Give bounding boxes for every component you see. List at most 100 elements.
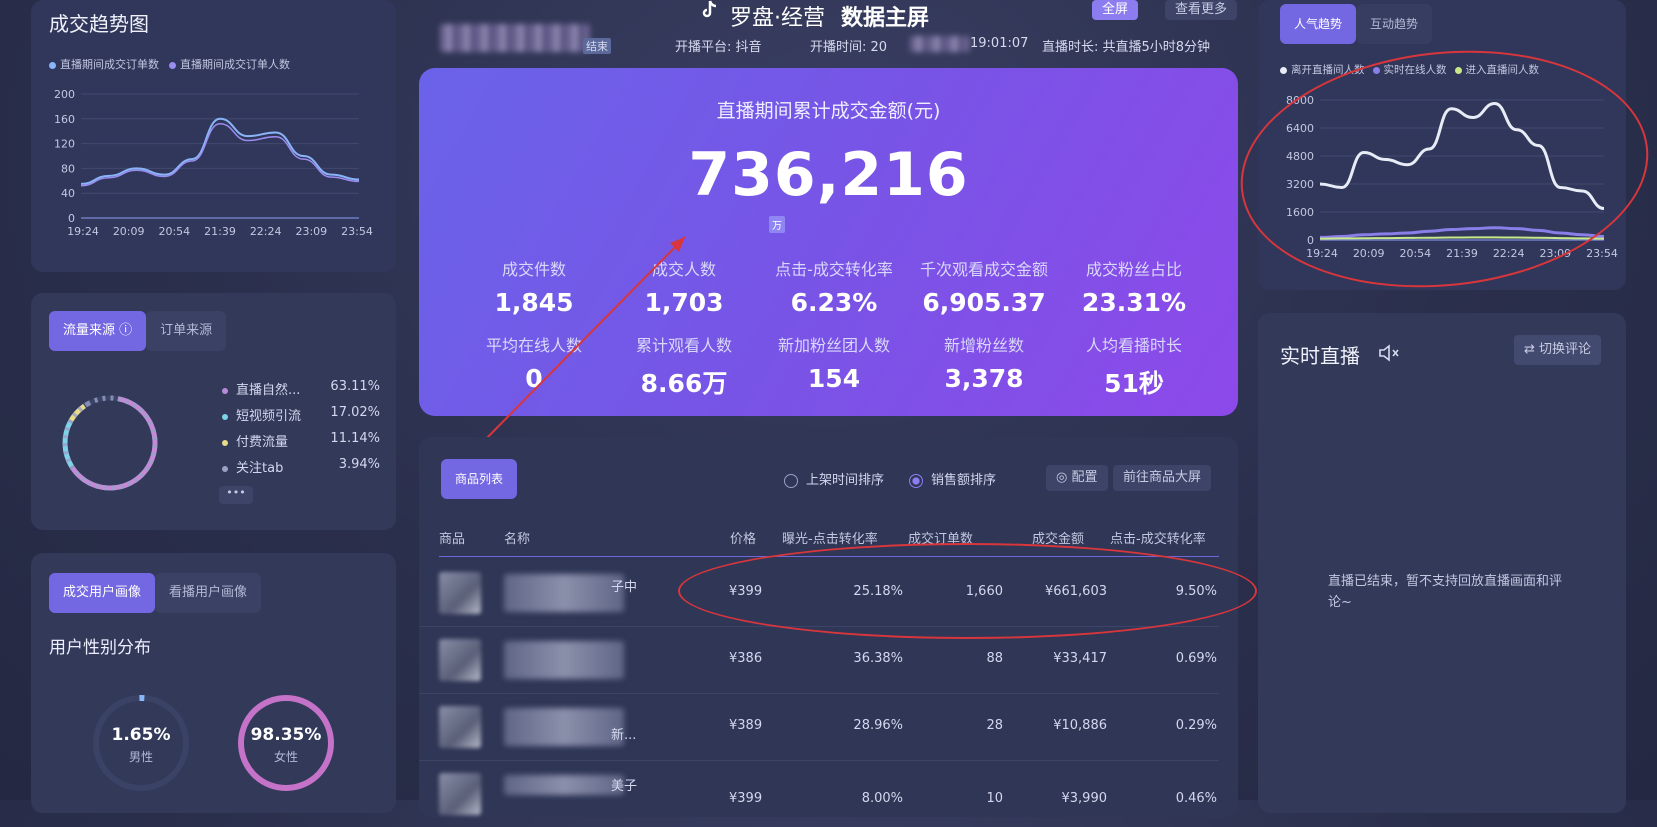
trend-title: 成交趋势图	[49, 12, 149, 36]
trend-legend: 直播期间成交订单数 直播期间成交订单人数	[49, 56, 290, 72]
y-tick-label: 120	[54, 138, 75, 151]
product-thumbnail	[439, 706, 481, 748]
y-tick-label: 160	[54, 113, 75, 126]
table-row[interactable]: 美子 ¥399 8.00% 10 ¥3,990 0.46%	[419, 761, 1219, 827]
x-tick-label: 20:54	[158, 225, 190, 238]
table-row[interactable]: ¥386 36.38% 88 ¥33,417 0.69%	[419, 627, 1219, 694]
x-tick-label: 23:09	[295, 225, 327, 238]
legend-item-leaving: 离开直播间人数	[1280, 62, 1365, 77]
more-sources-button[interactable]: •••	[219, 486, 253, 504]
switch-comments-button[interactable]: ⇄ 切换评论	[1514, 335, 1602, 365]
brand-title: 罗盘·经营 数据主屏	[730, 0, 929, 32]
tab-viewer-portrait[interactable]: 看播用户画像	[155, 573, 262, 613]
x-tick-label: 22:24	[1493, 247, 1525, 260]
brand-name: 罗盘·经营	[730, 6, 825, 31]
stat-new-fans: 新增粉丝数 3,378	[943, 336, 1024, 393]
gear-icon: ◎	[1056, 470, 1072, 485]
popularity-legend: 离开直播间人数 实时在线人数 进入直播间人数	[1280, 62, 1539, 77]
x-tick-label: 22:24	[250, 225, 282, 238]
y-tick-label: 6400	[1286, 122, 1314, 135]
x-tick-label: 23:54	[1586, 247, 1618, 260]
annotation-arrow	[479, 236, 686, 446]
total-sales-amount: 736,216	[688, 140, 969, 210]
user-portrait-panel: 成交用户画像 看播用户画像 用户性别分布 1.65% 男性 98.35% 女性	[31, 553, 396, 813]
tab-popularity-trend[interactable]: 人气趋势	[1280, 4, 1357, 44]
y-tick-label: 0	[1307, 234, 1314, 247]
view-more-button[interactable]: 查看更多	[1165, 0, 1238, 20]
female-label: 女性	[273, 750, 298, 764]
duration-text: 直播时长: 共直播5小时8分钟	[1042, 40, 1211, 55]
stat-fan-ratio: 成交粉丝占比 23.31%	[1081, 260, 1187, 317]
col-header-product: 商品	[439, 532, 466, 547]
config-button[interactable]: ◎ 配置	[1046, 465, 1108, 491]
popularity-line-chart: 0 1600 3200 4800 6400 8000 19:24 20:09 20:54 21:3…	[1286, 94, 1618, 260]
tab-interaction-trend[interactable]: 互动趋势	[1356, 4, 1433, 44]
tab-product-list[interactable]: 商品列表	[441, 459, 518, 499]
col-header-amount: 成交金额	[1032, 532, 1085, 547]
traffic-donut-chart	[62, 395, 158, 491]
sort-by-listing-time[interactable]: 上架时间排序	[784, 469, 884, 488]
table-header-divider	[439, 556, 1219, 557]
blurred-product-name	[504, 708, 624, 746]
live-title: 实时直播	[1280, 344, 1360, 368]
tab-buyer-portrait[interactable]: 成交用户画像	[49, 573, 156, 613]
tab-traffic-source[interactable]: 流量来源 ⓘ	[49, 311, 147, 351]
unit-badge: 万	[769, 216, 785, 233]
product-screen-button[interactable]: 前往商品大屏	[1113, 465, 1212, 491]
col-header-name: 名称	[504, 532, 531, 547]
sort-by-sales[interactable]: 销售额排序	[909, 469, 996, 488]
platform-text: 开播平台: 抖音	[675, 40, 762, 55]
tab-order-source[interactable]: 订单来源	[146, 311, 227, 351]
popularity-panel: 人气趋势 互动趋势 离开直播间人数 实时在线人数 进入直播间人数 0 1600 32…	[1258, 0, 1626, 290]
speaker-mute-icon[interactable]	[1378, 343, 1400, 363]
trend-panel: 成交趋势图 直播期间成交订单数 直播期间成交订单人数 0 40 80 120 160 20…	[31, 0, 396, 272]
portrait-tabs: 成交用户画像 看播用户画像	[49, 573, 262, 613]
table-row[interactable]: 新... ¥389 28.96% 28 ¥10,886 0.29%	[419, 694, 1219, 761]
x-tick-label: 20:54	[1399, 247, 1431, 260]
traffic-tabs: 流量来源 ⓘ 订单来源	[49, 311, 227, 351]
list-item: 短视频引流 17.02%	[222, 405, 380, 431]
x-tick-label: 20:09	[1353, 247, 1385, 260]
series-line	[80, 123, 360, 187]
blurred-product-name	[504, 641, 624, 679]
y-tick-label: 200	[54, 88, 75, 101]
hero-title: 直播期间累计成交金额(元)	[716, 100, 941, 122]
x-tick-label: 21:39	[204, 225, 236, 238]
start-time-text: 开播时间: 20	[810, 40, 888, 55]
status-badge: 结束	[583, 38, 611, 54]
live-stream-panel: 实时直播 ⇄ 切换评论 直播已结束，暂不支持回放直播画面和评论~	[1258, 313, 1626, 813]
x-tick-label: 19:24	[67, 225, 99, 238]
col-header-exposure-ctr: 曝光-点击转化率	[782, 532, 878, 547]
col-header-click-cvr: 点击-成交转化率	[1110, 532, 1206, 547]
male-label: 男性	[128, 750, 153, 764]
x-tick-label: 23:09	[1539, 247, 1571, 260]
popularity-tabs: 人气趋势 互动趋势	[1280, 4, 1433, 44]
list-item: 关注tab 3.94%	[222, 457, 380, 483]
top-header: 罗盘·经营 数据主屏 全屏 查看更多 结束 开播平台: 抖音 开播时间: 20 1…	[390, 0, 1245, 60]
x-tick-label: 20:09	[113, 225, 145, 238]
start-time-tail: 19:01:07	[970, 36, 1029, 51]
blurred-date	[910, 36, 970, 52]
stat-new-fan-club: 新加粉丝团人数 154	[777, 336, 890, 393]
stat-click-conversion: 点击-成交转化率 6.23%	[775, 260, 893, 317]
product-thumbnail	[439, 572, 481, 614]
x-tick-label: 21:39	[1446, 247, 1478, 260]
table-row[interactable]: 子中 ¥399 25.18% 1,660 ¥661,603 9.50%	[419, 560, 1219, 627]
legend-item-buyers: 直播期间成交订单人数	[169, 56, 290, 72]
product-thumbnail	[439, 773, 481, 815]
stat-gpm: 千次观看成交金额 6,905.37	[919, 260, 1048, 317]
series-line	[1319, 226, 1605, 239]
list-item: 付费流量 11.14%	[222, 431, 380, 457]
y-tick-label: 8000	[1286, 94, 1314, 107]
y-tick-label: 40	[61, 187, 75, 200]
blurred-product-name	[504, 775, 624, 795]
y-tick-label: 0	[68, 212, 75, 225]
product-thumbnail	[439, 639, 481, 681]
fullscreen-button[interactable]: 全屏	[1092, 0, 1139, 20]
stat-avg-watch-time: 人均看播时长 51秒	[1085, 336, 1182, 398]
radio-checked-icon	[909, 473, 923, 488]
douyin-logo-icon	[702, 0, 717, 18]
traffic-source-list: 直播自然... 63.11% 短视频引流 17.02% 付费流量 11.14% 关注t…	[222, 379, 380, 483]
col-header-orders: 成交订单数	[908, 532, 974, 547]
list-item: 直播自然... 63.11%	[222, 379, 380, 405]
